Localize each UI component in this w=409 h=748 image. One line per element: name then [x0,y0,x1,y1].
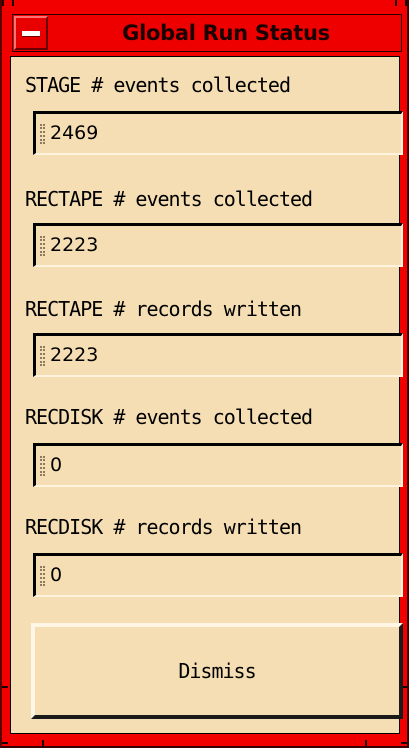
window-title: Global Run Status [122,21,330,45]
recdisk-events-label: RECDISK # events collected [25,405,313,429]
frame-corner-mark [2,0,4,6]
dismiss-button[interactable]: Dismiss [31,623,403,719]
frame-corner-mark [395,0,397,6]
recdisk-events-field[interactable]: 0 [33,443,403,487]
frame-corner-mark [42,740,44,746]
frame-corner-mark [2,686,8,688]
recdisk-records-label: RECDISK # records written [25,515,302,539]
stage-events-label: STAGE # events collected [25,73,291,97]
stage-events-value: 2469 [50,122,99,144]
frame-corner-mark [401,742,407,744]
rectape-records-value: 2223 [50,344,99,366]
rectape-records-label: RECTAPE # records written [25,297,302,321]
recdisk-records-value: 0 [50,564,63,586]
window-menu-icon [22,31,40,37]
frame-corner-mark [12,0,14,6]
run-status-panel: STAGE # events collected 2469 RECTAPE # … [10,56,403,734]
rectape-events-value: 2223 [50,234,99,256]
text-cursor-icon [40,124,45,144]
text-cursor-icon [40,236,45,256]
window-menu-button[interactable] [14,16,48,50]
rectape-records-field[interactable]: 2223 [33,333,403,377]
rectape-events-label: RECTAPE # events collected [25,187,313,211]
frame-corner-mark [365,740,367,746]
stage-events-field[interactable]: 2469 [33,111,403,155]
rectape-events-field[interactable]: 2223 [33,223,403,267]
text-cursor-icon [40,456,45,476]
recdisk-records-field[interactable]: 0 [33,553,403,597]
text-cursor-icon [40,566,45,586]
text-cursor-icon [40,346,45,366]
frame-corner-mark [2,742,8,744]
recdisk-events-value: 0 [50,454,63,476]
title-bar[interactable]: Global Run Status [12,14,402,52]
frame-corner-mark [405,0,407,6]
